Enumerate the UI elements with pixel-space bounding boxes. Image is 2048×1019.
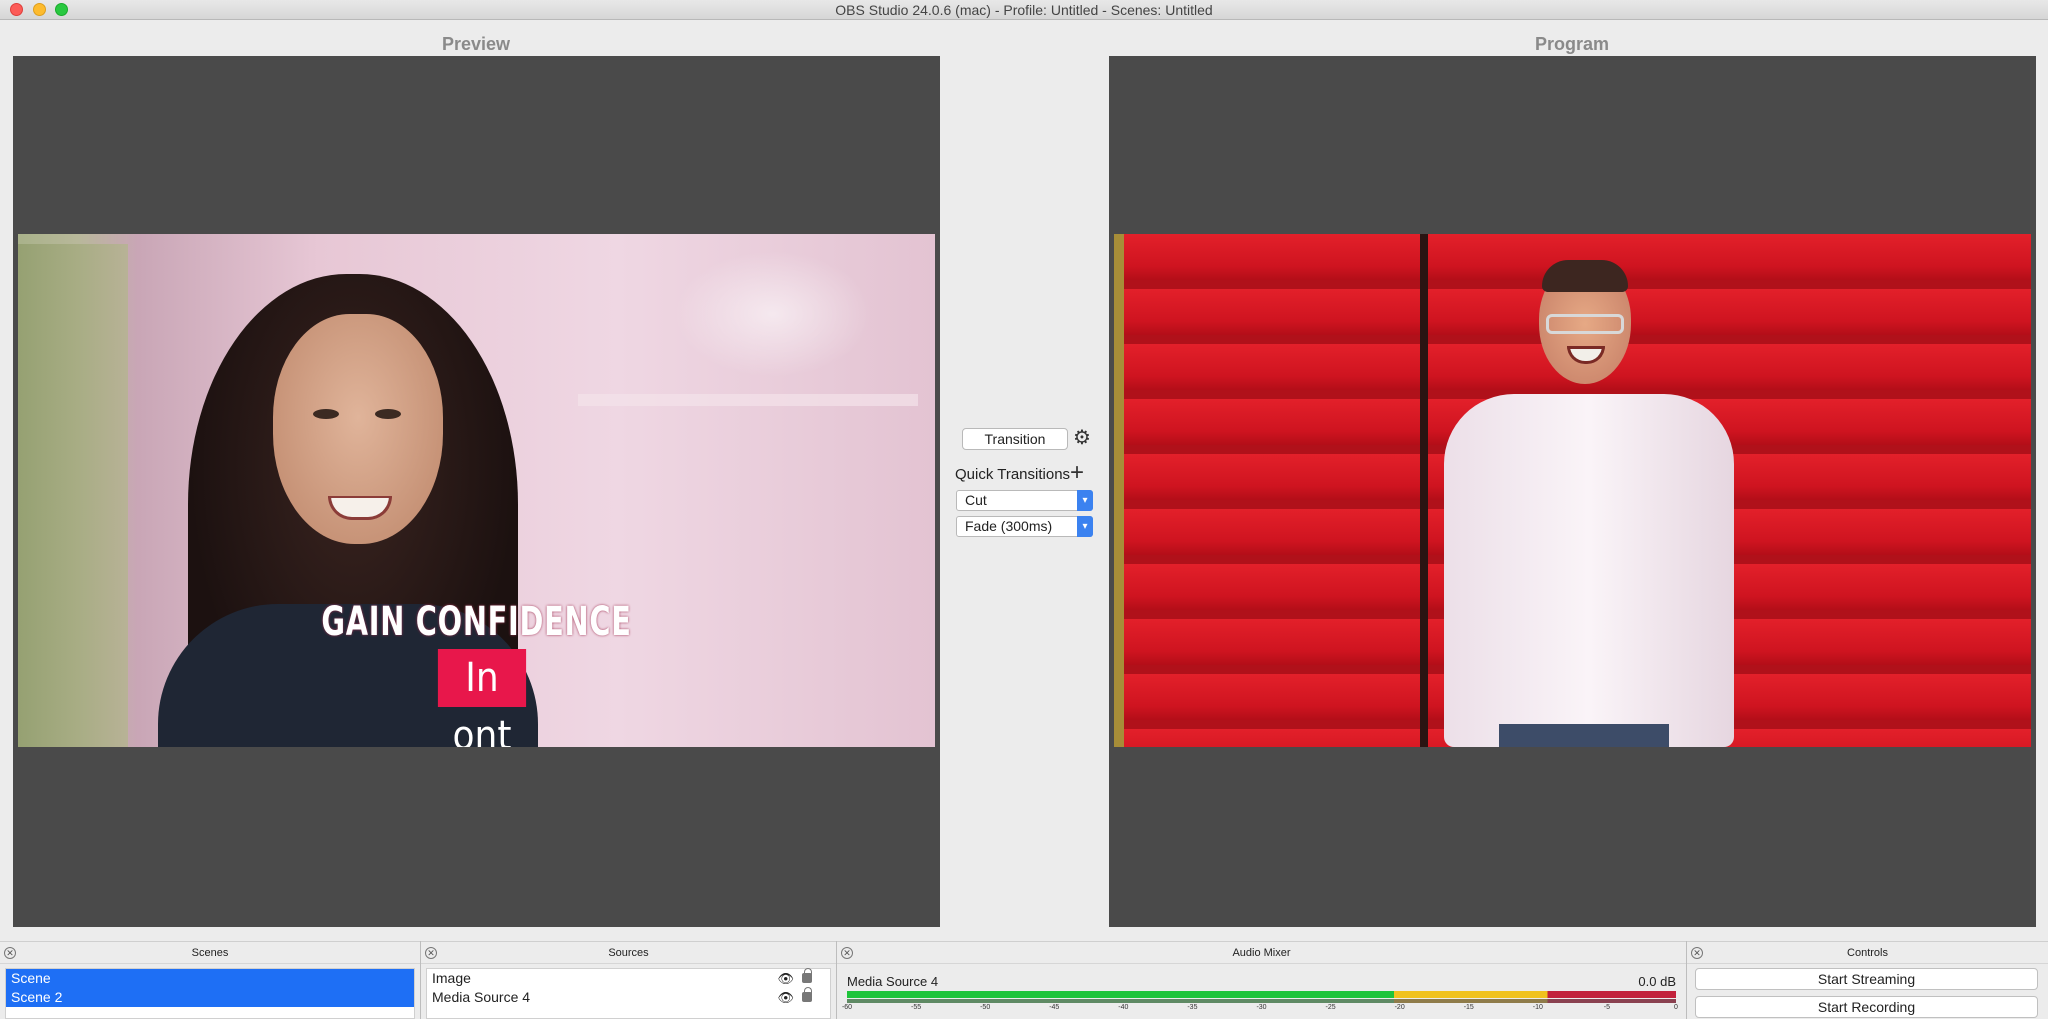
transition-button[interactable]: Transition: [962, 428, 1068, 450]
person-eye-right: [375, 409, 401, 419]
quick-transition-fade[interactable]: Fade (300ms) ▾: [956, 516, 1093, 537]
mixer-source-name: Media Source 4: [847, 974, 939, 989]
gear-icon[interactable]: ⚙: [1073, 427, 1093, 449]
controls-dock-title: ✕ Controls: [1687, 942, 2048, 964]
program-canvas[interactable]: [1109, 56, 2036, 927]
lock-icon[interactable]: [802, 968, 812, 983]
dock-close-icon[interactable]: ✕: [1691, 947, 1703, 959]
sources-list[interactable]: Image 👁 Media Source 4 👁: [426, 968, 831, 1019]
dock-close-icon[interactable]: ✕: [425, 947, 437, 959]
background-railing: [578, 394, 918, 406]
meter-scale-tick: -40: [1118, 1004, 1129, 1011]
eye-icon[interactable]: 👁: [777, 969, 794, 988]
meter-scale-tick: -60: [841, 1004, 853, 1011]
meter-scale: -60 -55 -50 -45 -40 -35 -30 -25 -20 -15 -10 -5 0: [842, 1004, 1678, 1014]
volume-slider[interactable]: [847, 999, 1676, 1003]
chevron-down-icon[interactable]: ▾: [1077, 490, 1093, 511]
quick-transitions-label: Quick Transitions: [955, 466, 1071, 483]
audio-mixer-dock-title: ✕ Audio Mixer: [837, 942, 1686, 964]
meter-scale-tick: -15: [1463, 1004, 1474, 1011]
mixer-level-readout: 0.0 dB: [1638, 974, 1676, 989]
meter-scale-tick: -10: [1532, 1004, 1543, 1011]
scene-item[interactable]: Scene 2: [6, 988, 414, 1007]
source-label: Image: [432, 970, 471, 986]
meter-scale-tick: -25: [1325, 1004, 1336, 1011]
meter-scale-tick: -55: [911, 1004, 922, 1011]
source-label: Media Source 4: [432, 989, 531, 1005]
person-glasses: [1546, 314, 1624, 334]
caption-headline: GAIN CONFIDENCE: [321, 599, 632, 645]
lock-icon[interactable]: [802, 987, 812, 1002]
dock-close-icon[interactable]: ✕: [841, 947, 853, 959]
frame-edge: [1114, 234, 1124, 747]
scenes-dock-title: ✕ Scenes: [0, 942, 420, 964]
scenes-dock: ✕ Scenes Scene Scene 2: [0, 941, 420, 1019]
meter-scale-tick: 0: [1674, 1004, 1678, 1011]
chevron-down-icon[interactable]: ▾: [1077, 516, 1093, 537]
meter-scale-tick: -35: [1187, 1004, 1198, 1011]
start-recording-button[interactable]: Start Recording: [1695, 996, 2038, 1018]
scene-item[interactable]: Scene: [6, 969, 414, 988]
start-streaming-button[interactable]: Start Streaming: [1695, 968, 2038, 990]
quick-transition-label: Fade (300ms): [965, 518, 1053, 534]
eye-icon[interactable]: 👁: [777, 988, 794, 1007]
meter-scale-tick: -20: [1394, 1004, 1405, 1011]
audio-mixer-dock: ✕ Audio Mixer Media Source 4 0.0 dB -60 -…: [837, 941, 1686, 1019]
meter-scale-tick: -45: [1049, 1004, 1060, 1011]
background-shelf: [18, 244, 128, 747]
volume-meter: [847, 991, 1676, 998]
window-titlebar: OBS Studio 24.0.6 (mac) - Profile: Untit…: [0, 0, 2048, 20]
caption-highlight: In ont: [437, 649, 527, 747]
quick-transition-cut[interactable]: Cut ▾: [956, 490, 1093, 511]
sources-dock-title: ✕ Sources: [421, 942, 836, 964]
program-video-frame: [1114, 234, 2031, 747]
person-jeans: [1499, 724, 1669, 747]
meter-scale-tick: -5: [1603, 1004, 1611, 1011]
quick-transition-label: Cut: [965, 492, 987, 508]
window-title: OBS Studio 24.0.6 (mac) - Profile: Untit…: [835, 2, 1213, 18]
preview-heading: Preview: [441, 34, 511, 54]
person-eye-left: [313, 409, 339, 419]
dock-close-icon[interactable]: ✕: [4, 947, 16, 959]
meter-scale-tick: -50: [980, 1004, 991, 1011]
controls-dock: ✕ Controls Start Streaming Start Recordi…: [1687, 941, 2048, 1019]
plus-icon[interactable]: +: [1070, 461, 1084, 485]
wall-gap: [1420, 234, 1428, 747]
program-heading: Program: [1534, 34, 1610, 54]
source-item[interactable]: Image 👁: [427, 968, 830, 988]
person-shirt: [1444, 394, 1734, 747]
meter-scale-tick: -30: [1256, 1004, 1267, 1011]
source-item[interactable]: Media Source 4 👁: [427, 987, 830, 1007]
preview-canvas[interactable]: GAIN CONFIDENCE In ont: [13, 56, 940, 927]
scenes-list[interactable]: Scene Scene 2: [5, 968, 415, 1019]
sources-dock: ✕ Sources Image 👁 Media Source 4 👁: [421, 941, 836, 1019]
preview-video-frame: GAIN CONFIDENCE In ont: [18, 234, 935, 747]
person-hair: [1542, 260, 1628, 292]
